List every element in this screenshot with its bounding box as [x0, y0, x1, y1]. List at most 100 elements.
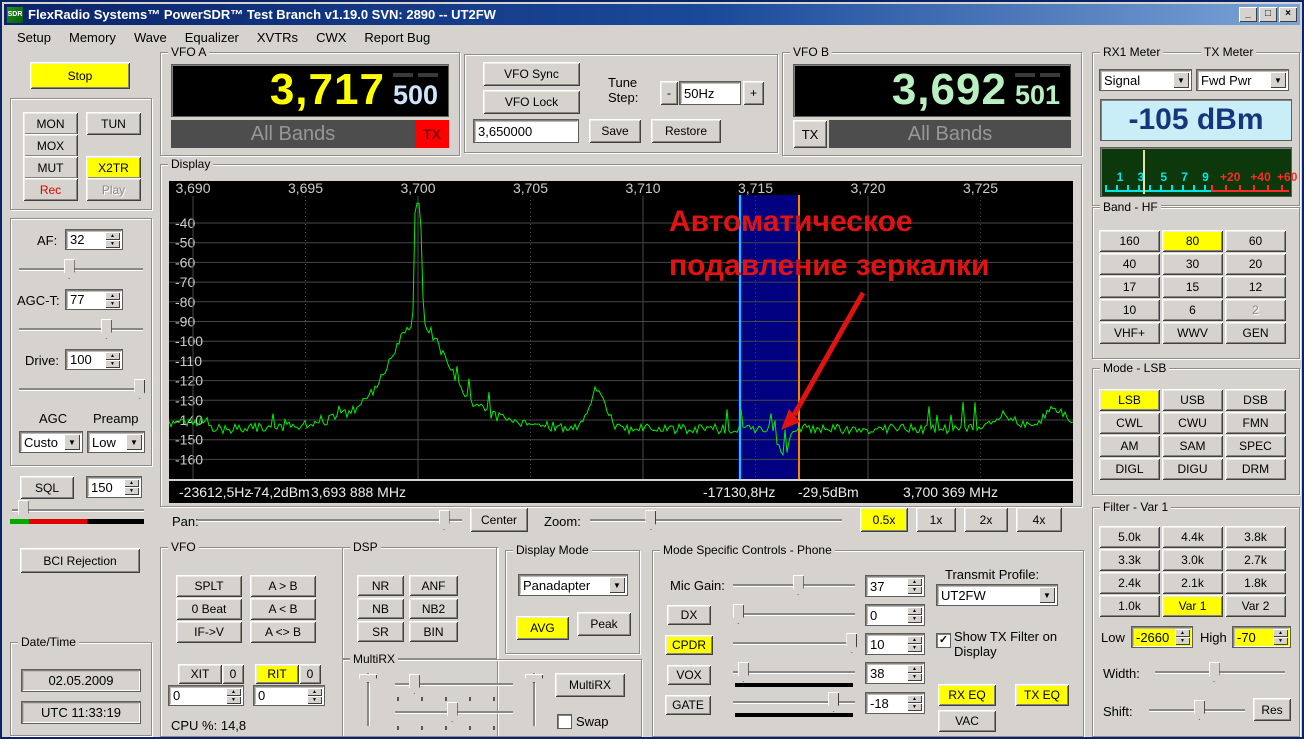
- filter-width-thumb[interactable]: [1208, 662, 1220, 682]
- tx-meter-arrow-icon[interactable]: ▼: [1270, 72, 1286, 88]
- zoom-slider[interactable]: [590, 510, 842, 530]
- mode-spec-button[interactable]: SPEC: [1225, 435, 1286, 457]
- rit-spinner[interactable]: 0 ▲ ▼: [253, 685, 325, 706]
- rit-zero-button[interactable]: 0: [299, 664, 321, 684]
- band-60-button[interactable]: 60: [1225, 230, 1286, 252]
- rx-eq-button[interactable]: RX EQ: [938, 684, 996, 706]
- multirx-gain-2-thumb[interactable]: [446, 702, 458, 722]
- drive-spinner-buttons[interactable]: ▲ ▼: [105, 352, 120, 368]
- filter-low-spinner[interactable]: -2660 ▲ ▼: [1131, 626, 1193, 648]
- mon-button[interactable]: MON: [23, 112, 78, 135]
- multirx-gain-1-thumb[interactable]: [408, 674, 420, 694]
- mut-button[interactable]: MUT: [23, 156, 78, 179]
- mic-gain-slider[interactable]: [733, 575, 855, 595]
- menu-xvtrs[interactable]: XVTRs: [248, 27, 307, 48]
- gate-spinner[interactable]: -18 ▲ ▼: [865, 692, 925, 714]
- menu-report-bug[interactable]: Report Bug: [355, 27, 439, 48]
- filter-38k-button[interactable]: 3.8k: [1225, 526, 1286, 548]
- transmit-profile-arrow-icon[interactable]: ▼: [1039, 587, 1055, 603]
- cpdr-button[interactable]: CPDR: [665, 635, 713, 655]
- nb2-button[interactable]: NB2: [409, 598, 458, 619]
- dx-slider[interactable]: [732, 604, 855, 624]
- rit-button[interactable]: RIT: [255, 664, 299, 684]
- mox-button[interactable]: MOX: [23, 134, 78, 157]
- tx-eq-button[interactable]: TX EQ: [1015, 684, 1069, 706]
- band-10-button[interactable]: 10: [1099, 299, 1160, 321]
- mode-dsb-button[interactable]: DSB: [1225, 389, 1286, 411]
- pan-slider[interactable]: [198, 510, 462, 530]
- gate-thumb[interactable]: [828, 692, 840, 712]
- agct-spinner-buttons[interactable]: ▲ ▼: [105, 292, 120, 308]
- af-spinner[interactable]: 32 ▲ ▼: [65, 229, 123, 250]
- show-tx-filter-checkbox[interactable]: ✓: [936, 633, 951, 648]
- menu-setup[interactable]: Setup: [8, 27, 60, 48]
- close-button[interactable]: ×: [1279, 7, 1297, 22]
- band-gen-button[interactable]: GEN: [1225, 322, 1286, 344]
- band-40-button[interactable]: 40: [1099, 253, 1160, 275]
- drive-slider-thumb[interactable]: [134, 379, 146, 399]
- filter-33k-button[interactable]: 3.3k: [1099, 549, 1160, 571]
- vfo-lock-button[interactable]: VFO Lock: [483, 90, 580, 114]
- tun-button[interactable]: TUN: [86, 112, 141, 135]
- vox-thumb[interactable]: [737, 662, 749, 682]
- zoom-2x-button[interactable]: 2x: [964, 507, 1008, 532]
- tx-meter-dropdown[interactable]: Fwd Pwr ▼: [1196, 69, 1289, 91]
- cpdr-slider[interactable]: [733, 633, 858, 653]
- mode-digl-button[interactable]: DIGL: [1099, 458, 1160, 480]
- sql-spinner[interactable]: 150 ▲ ▼: [86, 476, 142, 498]
- x2tr-button[interactable]: X2TR: [86, 156, 141, 179]
- mic-gain-spinner[interactable]: 37 ▲ ▼: [865, 575, 925, 597]
- gate-spinner-buttons[interactable]: ▲ ▼: [907, 695, 922, 711]
- band-6-button[interactable]: 6: [1162, 299, 1223, 321]
- menu-memory[interactable]: Memory: [60, 27, 125, 48]
- mic-gain-spinner-buttons[interactable]: ▲ ▼: [907, 578, 922, 594]
- rec-button[interactable]: Rec: [23, 178, 78, 201]
- mode-am-button[interactable]: AM: [1099, 435, 1160, 457]
- avg-button[interactable]: AVG: [516, 616, 569, 640]
- vfo-b-tx-button[interactable]: TX: [793, 120, 827, 148]
- mode-fmn-button[interactable]: FMN: [1225, 412, 1286, 434]
- filter-21k-button[interactable]: 2.1k: [1162, 572, 1223, 594]
- filter-1k-button[interactable]: 1.0k: [1099, 595, 1160, 617]
- vox-spinner-buttons[interactable]: ▲ ▼: [907, 665, 922, 681]
- filter-44k-button[interactable]: 4.4k: [1162, 526, 1223, 548]
- sql-slider-thumb[interactable]: [17, 500, 29, 520]
- mode-sam-button[interactable]: SAM: [1162, 435, 1223, 457]
- band-17-button[interactable]: 17: [1099, 276, 1160, 298]
- sr-button[interactable]: SR: [357, 621, 404, 642]
- multirx-gain-slider-1[interactable]: [395, 674, 513, 694]
- menu-cwx[interactable]: CWX: [307, 27, 355, 48]
- filter-high-spinner[interactable]: -70 ▲ ▼: [1232, 626, 1291, 648]
- af-spinner-buttons[interactable]: ▲ ▼: [105, 232, 120, 248]
- memory-frequency-field[interactable]: 3,650000: [473, 119, 579, 143]
- band-160-button[interactable]: 160: [1099, 230, 1160, 252]
- multirx-button[interactable]: MultiRX: [555, 673, 625, 697]
- preamp-dropdown[interactable]: Low ▼: [87, 431, 145, 453]
- agct-slider[interactable]: [19, 319, 143, 339]
- bci-rejection-button[interactable]: BCI Rejection: [20, 548, 140, 573]
- xit-button[interactable]: XIT: [178, 664, 222, 684]
- b-to-a-button[interactable]: A < B: [250, 598, 316, 620]
- xit-zero-button[interactable]: 0: [222, 664, 244, 684]
- pan-slider-thumb[interactable]: [438, 510, 450, 530]
- filter-18k-button[interactable]: 1.8k: [1225, 572, 1286, 594]
- vox-spinner[interactable]: 38 ▲ ▼: [865, 662, 925, 684]
- dx-thumb[interactable]: [732, 604, 744, 624]
- display-mode-arrow-icon[interactable]: ▼: [609, 577, 625, 593]
- band-80-button[interactable]: 80: [1162, 230, 1223, 252]
- zoom-slider-thumb[interactable]: [645, 510, 657, 530]
- swap-checkbox[interactable]: [557, 714, 572, 729]
- if-to-vfo-button[interactable]: IF->V: [176, 621, 242, 643]
- filter-low-spinner-buttons[interactable]: ▲ ▼: [1175, 629, 1190, 645]
- tune-step-minus-button[interactable]: -: [660, 81, 678, 105]
- drive-spinner[interactable]: 100 ▲ ▼: [65, 349, 123, 370]
- vfo-a-tx-button[interactable]: TX: [415, 120, 449, 148]
- cpdr-spinner-buttons[interactable]: ▲ ▼: [907, 636, 922, 652]
- anf-button[interactable]: ANF: [409, 575, 458, 596]
- nb-button[interactable]: NB: [357, 598, 404, 619]
- center-button[interactable]: Center: [470, 507, 528, 532]
- bin-button[interactable]: BIN: [409, 621, 458, 642]
- band-30-button[interactable]: 30: [1162, 253, 1223, 275]
- filter-var2-button[interactable]: Var 2: [1225, 595, 1286, 617]
- peak-button[interactable]: Peak: [577, 612, 631, 636]
